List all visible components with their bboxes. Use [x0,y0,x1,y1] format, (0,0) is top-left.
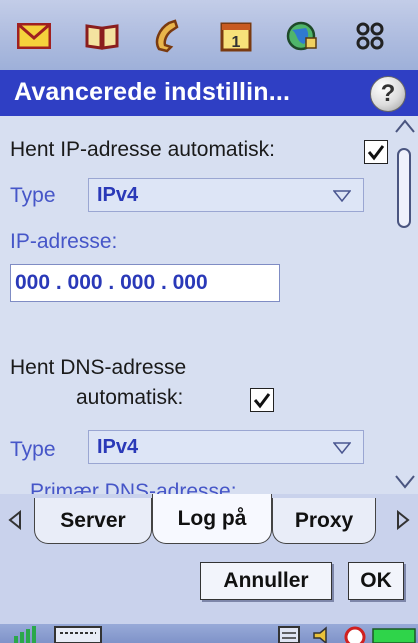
ip-type-value: IPv4 [97,184,139,206]
signal-icon [14,626,36,643]
type-label-dns: Type [10,438,56,461]
scrollbar-thumb[interactable] [397,148,411,228]
checkmark-icon [367,145,385,161]
status-bar [0,624,418,643]
keyboard-icon[interactable] [54,626,102,643]
svg-text:1: 1 [232,34,241,51]
clock-icon[interactable] [344,626,366,643]
volume-icon[interactable] [312,626,332,643]
scroll-up-icon[interactable] [394,118,416,134]
ip-auto-checkbox[interactable] [364,140,388,164]
scrollbar[interactable] [394,116,418,494]
tab-scroll-right-icon[interactable] [396,510,410,530]
ok-button[interactable]: OK [348,562,404,600]
calculator-icon[interactable] [278,626,300,643]
dns-auto-checkbox[interactable] [250,388,274,412]
tab-log-pa[interactable]: Log på [152,494,272,544]
dns-type-dropdown[interactable]: IPv4 [88,430,364,464]
type-label-ip: Type [10,184,56,207]
dns-auto-label-line2: automatisk: [76,386,184,409]
tab-server[interactable]: Server [34,498,152,544]
ip-address-value: 000 . 000 . 000 . 000 [15,271,208,294]
dns-type-value: IPv4 [97,436,139,458]
checkmark-icon [253,393,271,409]
scroll-down-icon[interactable] [394,474,416,490]
tab-bar: Server Log på Proxy [0,494,418,548]
tab-scroll-left-icon[interactable] [8,510,22,530]
ip-auto-label: Hent IP-adresse automatisk: [10,138,275,161]
battery-icon [372,628,416,643]
dns-auto-label-line1: Hent DNS-adresse [10,356,187,379]
chevron-down-icon [333,190,351,202]
settings-form: Hent IP-adresse automatisk: Type IPv4 IP… [0,116,418,494]
help-button[interactable]: ? [370,76,406,112]
app-launcher-bar: 1 [0,0,418,70]
button-bar: Annuller OK [0,548,418,624]
ip-type-dropdown[interactable]: IPv4 [88,178,364,212]
tab-proxy[interactable]: Proxy [272,498,376,544]
calendar-icon[interactable]: 1 [214,14,258,58]
envelope-icon[interactable] [12,14,56,58]
ip-address-field[interactable]: 000 . 000 . 000 . 000 [10,264,280,302]
globe-icon[interactable] [280,14,324,58]
chevron-down-icon [333,442,351,454]
apps-grid-icon[interactable] [348,14,392,58]
book-icon[interactable] [80,14,124,58]
cancel-button[interactable]: Annuller [200,562,332,600]
primary-dns-label: Primær DNS-adresse: [30,480,237,494]
title-bar: Avancerede indstillin... ? [0,70,418,116]
ip-address-label: IP-adresse: [10,230,118,253]
page-title: Avancerede indstillin... [14,78,291,106]
phone-icon[interactable] [146,14,190,58]
